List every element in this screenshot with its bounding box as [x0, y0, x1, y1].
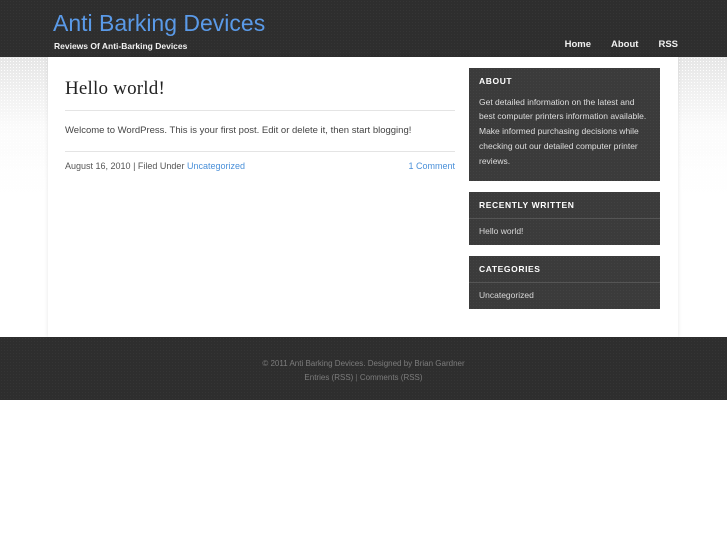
post-title[interactable]: Hello world!	[65, 77, 455, 102]
main-content: Hello world! Welcome to WordPress. This …	[65, 77, 455, 171]
filed-under-label: | Filed Under	[133, 160, 185, 171]
widget-recently-written: RECENTLY WRITTEN Hello world!	[469, 191, 660, 245]
comments-rss-link[interactable]: Comments (RSS)	[360, 373, 423, 382]
post-article: Hello world! Welcome to WordPress. This …	[65, 77, 455, 171]
footer-copyright: © 2011 Anti Barking Devices. Designed by…	[262, 359, 465, 368]
footer-feeds: Entries (RSS) | Comments (RSS)	[0, 371, 727, 385]
page-root: © 2011 Anti Barking Devices. Designed by…	[0, 0, 727, 545]
list-item: Hello world!	[469, 219, 660, 245]
footer-background: © 2011 Anti Barking Devices. Designed by…	[0, 337, 727, 400]
widget-recently-written-title: RECENTLY WRITTEN	[469, 192, 660, 220]
post-title-divider	[65, 109, 455, 111]
footer-separator: |	[355, 373, 358, 382]
post-meta-left: August 16, 2010 | Filed Under Uncategori…	[65, 161, 245, 171]
widget-categories-title: CATEGORIES	[469, 256, 660, 284]
widget-about-text: Get detailed information on the latest a…	[479, 96, 647, 167]
list-item: Uncategorized	[469, 283, 660, 309]
post-meta-right: 1 Comment	[408, 161, 455, 171]
post-category-link[interactable]: Uncategorized	[187, 161, 245, 171]
category-link[interactable]: Uncategorized	[469, 283, 660, 309]
widget-categories: CATEGORIES Uncategorized	[469, 255, 660, 309]
entries-rss-link[interactable]: Entries (RSS)	[304, 373, 353, 382]
post-meta: August 16, 2010 | Filed Under Uncategori…	[65, 150, 455, 171]
categories-list: Uncategorized	[469, 283, 660, 309]
sidebar: ABOUT Get detailed information on the la…	[469, 68, 660, 320]
nav-item-home[interactable]: Home	[565, 40, 591, 50]
recent-post-link[interactable]: Hello world!	[469, 219, 660, 245]
nav-item-rss[interactable]: RSS	[658, 40, 678, 50]
post-body: Welcome to WordPress. This is your first…	[65, 124, 412, 136]
widget-about-title: ABOUT	[479, 76, 513, 86]
post-date: August 16, 2010	[65, 160, 131, 171]
post-comments-link[interactable]: 1 Comment	[408, 161, 455, 171]
site-header: Anti Barking Devices Reviews Of Anti-Bar…	[48, 0, 678, 57]
widget-about: ABOUT Get detailed information on the la…	[469, 68, 660, 181]
footer: © 2011 Anti Barking Devices. Designed by…	[0, 337, 727, 385]
recently-written-list: Hello world!	[469, 219, 660, 245]
site-title[interactable]: Anti Barking Devices	[53, 12, 265, 35]
content-wrapper: Hello world! Welcome to WordPress. This …	[48, 57, 678, 337]
site-description: Reviews Of Anti-Barking Devices	[54, 41, 188, 51]
primary-navigation: Home About RSS	[565, 40, 678, 50]
nav-item-about[interactable]: About	[611, 40, 638, 50]
